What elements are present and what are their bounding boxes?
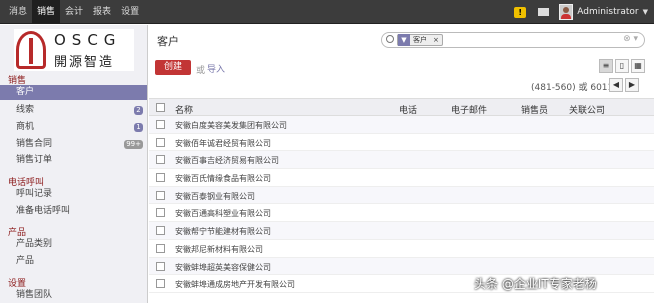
or-label: 或 <box>196 66 206 76</box>
sidebar-item-call-log[interactable]: 呼叫记录 <box>0 187 147 202</box>
sidebar-item-leads[interactable]: 线索 2 <box>0 103 147 118</box>
chevron-down-icon[interactable]: ▼ <box>643 8 648 16</box>
sidebar-item-sales-orders[interactable]: 销售订单 <box>0 153 147 168</box>
row-checkbox[interactable] <box>156 190 165 200</box>
sidebar-item-products[interactable]: 产品 <box>0 254 147 269</box>
row-checkbox[interactable] <box>156 279 165 289</box>
sidebar: OSCG 開源智造 销售 客户 线索 2 商机 1 销售合同 99+ 销售订单 电话呼… <box>0 25 148 303</box>
import-link[interactable]: 导入 <box>207 62 225 75</box>
sidebar-item-label: 呼叫记录 <box>16 189 53 199</box>
search-input[interactable]: ▼ 客户 × ⊗ ▾ <box>381 32 645 48</box>
search-icon <box>386 35 394 43</box>
row-checkbox[interactable] <box>156 261 165 271</box>
row-name: 安徽帮宁节能建材有限公司 <box>175 227 271 237</box>
sidebar-item-label: 客户 <box>16 87 35 97</box>
user-name[interactable]: Administrator <box>577 7 638 17</box>
column-name[interactable]: 名称 <box>175 103 193 116</box>
table-row[interactable]: 安徽白度美容美发集团有限公司 <box>149 116 654 134</box>
table-row[interactable]: 安徽佰年诚君经贸有限公司 <box>149 134 654 152</box>
top-bar: 消息 销售 会计 报表 设置 ! Administrator ▼ <box>0 0 654 24</box>
row-name: 安徽百泰钢业有限公司 <box>175 191 255 201</box>
row-name: 安徽白度美容美发集团有限公司 <box>175 121 287 130</box>
prev-page-button[interactable]: ◀ <box>609 78 623 92</box>
table-row[interactable]: 安徽百事吉经济贸易有限公司 <box>149 151 654 170</box>
count-badge: 1 <box>134 123 143 132</box>
column-phone[interactable]: 电话 <box>399 103 417 116</box>
sidebar-item-label: 销售合同 <box>16 139 53 149</box>
select-all-checkbox[interactable] <box>156 103 165 112</box>
sidebar-item-scheduled-calls[interactable]: 准备电话呼叫 <box>0 204 147 219</box>
table-header: 名称 电话 电子邮件 销售员 关联公司 <box>149 98 654 116</box>
table-row[interactable]: 安徽帮宁节能建材有限公司 <box>149 222 654 240</box>
row-name: 安徽邦尼新材料有限公司 <box>175 244 263 254</box>
table-body: 安徽白度美容美发集团有限公司 安徽佰年诚君经贸有限公司 安徽百事吉经济贸易有限公… <box>149 116 654 293</box>
column-related-company[interactable]: 关联公司 <box>569 103 605 116</box>
logo-cn-text: 開源智造 <box>54 55 115 70</box>
search-options-icon[interactable]: ⊗ ▾ <box>623 34 638 44</box>
warning-icon[interactable]: ! <box>514 6 527 18</box>
menu-messages[interactable]: 消息 <box>4 0 32 24</box>
row-checkbox[interactable] <box>156 137 165 147</box>
table-row[interactable]: 安徽蚌埠超英美容保健公司 <box>149 257 654 276</box>
sidebar-item-label: 准备电话呼叫 <box>16 206 71 216</box>
row-name: 安徽百事吉经济贸易有限公司 <box>175 156 279 166</box>
top-right: ! Administrator ▼ <box>514 0 648 24</box>
menu-sales[interactable]: 销售 <box>32 0 61 24</box>
sidebar-item-label: 线索 <box>16 105 35 115</box>
sidebar-item-label: 产品类别 <box>16 239 53 249</box>
column-email[interactable]: 电子邮件 <box>451 103 487 116</box>
table-row[interactable]: 安徽百通高科塑业有限公司 <box>149 204 654 223</box>
row-name: 安徽百通高科塑业有限公司 <box>175 209 271 219</box>
row-name: 安徽蚌埠通成房地产开发有限公司 <box>175 280 295 290</box>
row-checkbox[interactable] <box>156 208 165 218</box>
next-page-button[interactable]: ▶ <box>625 78 639 92</box>
top-menu: 消息 销售 会计 报表 设置 <box>4 0 144 24</box>
filter-icon: ▼ <box>398 34 410 46</box>
list-view-icon[interactable]: ≡ <box>599 59 613 73</box>
row-name: 安徽佰年诚君经贸有限公司 <box>175 138 271 148</box>
table-row[interactable]: 安徽百泰钢业有限公司 <box>149 186 654 205</box>
sidebar-item-product-categories[interactable]: 产品类别 <box>0 237 147 252</box>
avatar[interactable] <box>559 4 574 20</box>
view-switcher: ≡ ▯ ▦ <box>597 59 645 73</box>
table-row[interactable]: 安徽邦尼新材料有限公司 <box>149 240 654 258</box>
main-content: 客户 ▼ 客户 × ⊗ ▾ 创建 或 导入 ≡ ▯ ▦ (481-560) 或 … <box>149 25 654 303</box>
row-checkbox[interactable] <box>156 120 165 129</box>
logo-mark <box>16 31 46 69</box>
row-checkbox[interactable] <box>156 226 165 236</box>
mail-icon[interactable] <box>538 8 550 16</box>
customer-table: 名称 电话 电子邮件 销售员 关联公司 安徽白度美容美发集团有限公司 安徽佰年诚… <box>149 98 654 293</box>
sidebar-item-opportunities[interactable]: 商机 1 <box>0 120 147 135</box>
row-checkbox[interactable] <box>156 155 165 165</box>
count-badge: 2 <box>134 106 143 115</box>
logo: OSCG 開源智造 <box>14 29 134 71</box>
table-row[interactable]: 安徽百氏情缘食品有限公司 <box>149 169 654 187</box>
menu-accounting[interactable]: 会计 <box>60 0 88 24</box>
menu-reports[interactable]: 报表 <box>88 0 116 24</box>
row-name: 安徽百氏情缘食品有限公司 <box>175 174 271 184</box>
pager-text[interactable]: (481-560) 或 60112 <box>531 80 619 93</box>
row-checkbox[interactable] <box>156 173 165 183</box>
create-button[interactable]: 创建 <box>155 60 192 75</box>
search-facet[interactable]: ▼ 客户 × <box>397 34 443 46</box>
sidebar-item-customers[interactable]: 客户 <box>0 85 147 100</box>
sidebar-item-sales-teams[interactable]: 销售团队 <box>0 288 147 303</box>
sidebar-item-label: 产品 <box>16 256 35 266</box>
column-salesperson[interactable]: 销售员 <box>521 103 548 116</box>
page-title: 客户 <box>157 35 179 48</box>
sidebar-item-label: 商机 <box>16 122 35 132</box>
watermark: 头条 @企业IT专家老杨 <box>474 277 597 291</box>
count-badge: 99+ <box>124 140 143 149</box>
form-view-icon[interactable]: ▯ <box>615 59 629 73</box>
facet-remove-icon[interactable]: × <box>430 36 442 44</box>
sidebar-item-label: 销售订单 <box>16 155 53 165</box>
sidebar-item-label: 销售团队 <box>16 290 53 300</box>
row-name: 安徽蚌埠超英美容保健公司 <box>175 262 271 272</box>
facet-label: 客户 <box>413 36 427 44</box>
sidebar-item-contracts[interactable]: 销售合同 99+ <box>0 137 147 152</box>
row-checkbox[interactable] <box>156 243 165 253</box>
kanban-view-icon[interactable]: ▦ <box>631 59 645 73</box>
menu-settings[interactable]: 设置 <box>116 0 144 24</box>
logo-text: OSCG <box>54 31 122 49</box>
